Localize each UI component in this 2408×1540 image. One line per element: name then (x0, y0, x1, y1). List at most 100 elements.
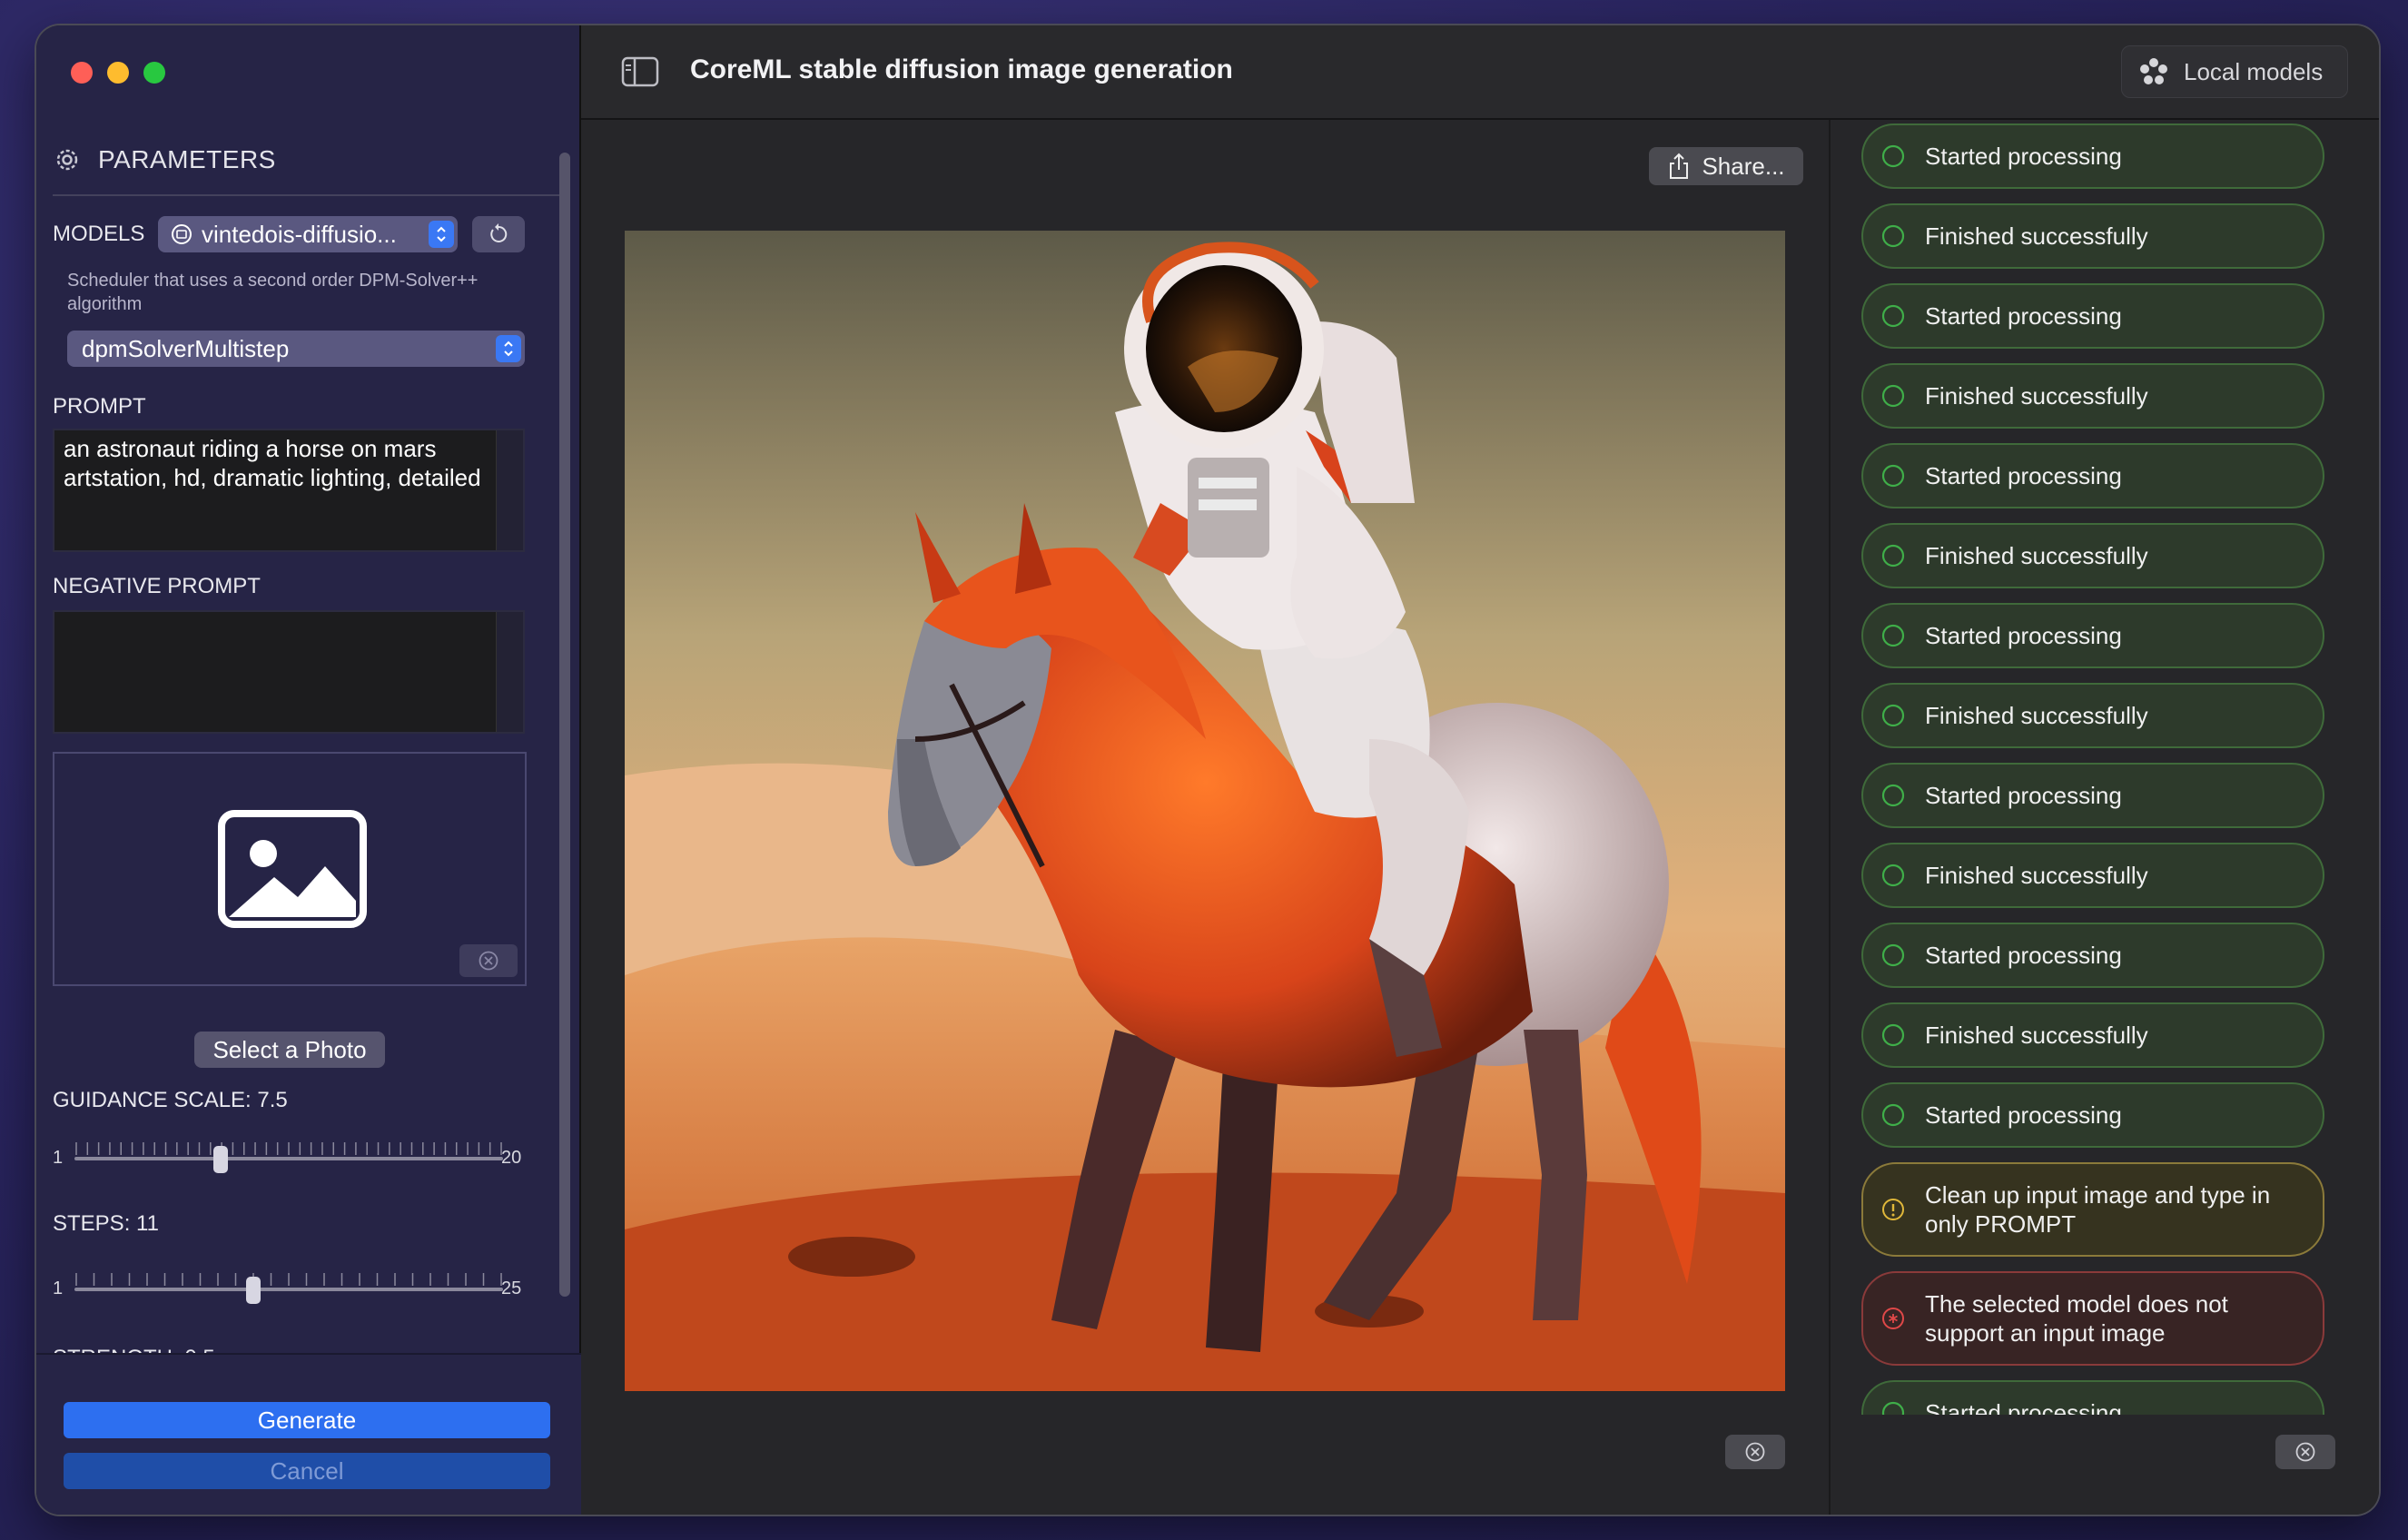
log-item: Started processing (1861, 763, 2324, 828)
log-item: Finished successfully (1861, 843, 2324, 908)
log-item-text: Finished successfully (1925, 861, 2148, 889)
input-image-well[interactable] (53, 752, 527, 986)
log-item-text: Started processing (1925, 1398, 2122, 1416)
guidance-max: 20 (501, 1148, 522, 1168)
log-item-text: Started processing (1925, 461, 2122, 489)
photo-placeholder-icon (218, 810, 367, 928)
log-item-text: Started processing (1925, 941, 2122, 969)
log-item: Started processing (1861, 1082, 2324, 1148)
log-item: Started processing (1861, 123, 2324, 189)
parameters-title: PARAMETERS (98, 145, 276, 173)
sidebar-scrollbar[interactable] (559, 153, 570, 1297)
models-label: MODELS (53, 222, 145, 246)
refresh-models-button[interactable] (472, 216, 525, 252)
log-item: Finished successfully (1861, 1002, 2324, 1068)
status-circle-icon (1881, 1103, 1905, 1127)
close-window-button[interactable] (71, 62, 93, 84)
sidebar-actions: Generate Cancel (36, 1353, 581, 1515)
steps-max: 25 (501, 1278, 522, 1298)
parameters-scroll-area[interactable]: PARAMETERS MODELS vintedois-diffusio... (36, 116, 581, 1369)
model-icon (172, 224, 192, 244)
prompt-field[interactable]: an astronaut riding a horse on mars arts… (53, 429, 525, 552)
generate-button[interactable]: Generate (64, 1402, 550, 1438)
divider (53, 194, 561, 196)
guidance-slider-track[interactable] (74, 1157, 503, 1160)
status-log-list[interactable]: Started processing Finished successfully S… (1831, 120, 2357, 1415)
close-circle-icon (479, 951, 498, 971)
log-item: Started processing (1861, 923, 2324, 988)
status-circle-icon (1881, 464, 1905, 488)
guidance-min: 1 (53, 1148, 64, 1168)
prompt-label: PROMPT (53, 394, 146, 419)
prompt-text: an astronaut riding a horse on mars arts… (64, 435, 481, 491)
select-photo-button[interactable]: Select a Photo (194, 1032, 385, 1068)
title-bar: CoreML stable diffusion image generation… (581, 25, 2379, 120)
local-models-label: Local models (2184, 57, 2324, 85)
generated-image (625, 231, 1785, 1391)
gear-icon (56, 149, 78, 171)
log-item-text: Clean up input image and type in only PR… (1925, 1181, 2271, 1238)
scheduler-hint: Scheduler that uses a second order DPM-S… (67, 271, 479, 314)
status-circle-icon (1881, 704, 1905, 727)
share-icon (1670, 153, 1689, 179)
refresh-icon (490, 223, 508, 242)
log-item-text: Started processing (1925, 621, 2122, 649)
steps-slider-track[interactable] (74, 1288, 503, 1291)
sidebar: PARAMETERS MODELS vintedois-diffusio... (36, 25, 581, 1515)
chevron-updown-icon (496, 335, 521, 362)
log-item-text: Started processing (1925, 1101, 2122, 1129)
steps-slider-thumb[interactable] (245, 1277, 261, 1304)
status-circle-icon (1881, 224, 1905, 248)
cancel-button[interactable]: Cancel (64, 1453, 550, 1489)
guidance-ticks (75, 1142, 502, 1155)
status-log-panel: Started processing Finished successfully S… (1829, 120, 2379, 1515)
negative-prompt-scrollbar[interactable] (496, 612, 523, 732)
log-item: Started processing (1861, 603, 2324, 668)
clear-log-button[interactable] (2275, 1435, 2335, 1469)
error-icon (1882, 1308, 1904, 1329)
prompt-scrollbar[interactable] (496, 430, 523, 550)
guidance-slider-thumb[interactable] (213, 1146, 229, 1173)
log-item: Finished successfully (1861, 683, 2324, 748)
parameters-header: PARAMETERS (53, 145, 276, 174)
zoom-window-button[interactable] (143, 62, 165, 84)
log-item-text: Finished successfully (1925, 1021, 2148, 1049)
status-circle-icon (1881, 864, 1905, 887)
log-item-text: Finished successfully (1925, 381, 2148, 410)
status-circle-icon (1881, 1023, 1905, 1047)
local-models-button[interactable]: Local models (2121, 45, 2348, 98)
sidebar-toggle-icon[interactable] (621, 56, 659, 87)
clear-input-image-button[interactable] (459, 944, 518, 977)
log-item: Finished successfully (1861, 363, 2324, 429)
clear-image-button[interactable] (1725, 1435, 1785, 1469)
steps-label: STEPS: 11 (53, 1211, 159, 1236)
minimize-window-button[interactable] (107, 62, 129, 84)
log-item: Finished successfully (1861, 523, 2324, 588)
status-circle-icon (1881, 784, 1905, 807)
model-select-value: vintedois-diffusio... (202, 220, 397, 248)
status-circle-icon (1881, 624, 1905, 647)
log-item-text: The selected model does not support an i… (1925, 1290, 2228, 1347)
chevron-updown-icon (429, 221, 454, 248)
close-circle-icon (2295, 1442, 2315, 1462)
status-circle-icon (1881, 1401, 1905, 1415)
model-select[interactable]: vintedois-diffusio... (158, 216, 458, 252)
scheduler-select[interactable]: dpmSolverMultistep (67, 331, 525, 367)
negative-prompt-label: NEGATIVE PROMPT (53, 574, 261, 598)
window-title: CoreML stable diffusion image generation (690, 54, 1233, 84)
steps-ticks (75, 1273, 502, 1286)
log-item-text: Started processing (1925, 301, 2122, 330)
guidance-scale-label: GUIDANCE SCALE: 7.5 (53, 1088, 288, 1112)
negative-prompt-field[interactable] (53, 610, 525, 734)
log-item-text: Started processing (1925, 142, 2122, 170)
status-circle-icon (1881, 304, 1905, 328)
log-item: Started processing (1861, 1380, 2324, 1415)
image-canvas: Share... (581, 120, 1829, 1515)
scheduler-select-value: dpmSolverMultistep (82, 334, 290, 362)
status-circle-icon (1881, 384, 1905, 408)
log-item-text: Finished successfully (1925, 701, 2148, 729)
steps-min: 1 (53, 1278, 64, 1298)
close-circle-icon (1745, 1442, 1765, 1462)
share-button[interactable]: Share... (1649, 147, 1803, 185)
warning-icon (1882, 1199, 1904, 1220)
